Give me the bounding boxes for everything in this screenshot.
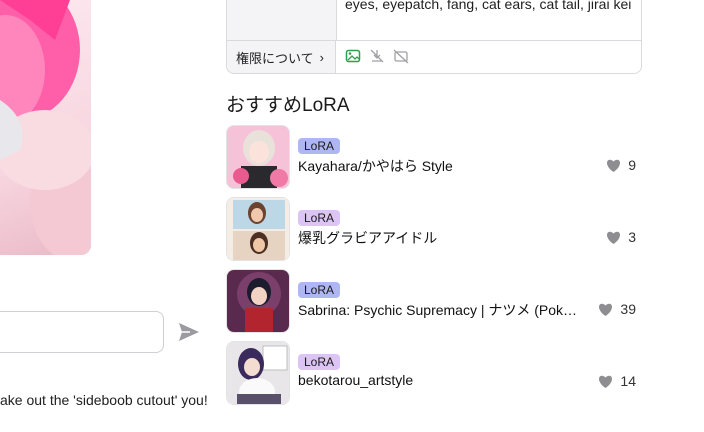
heart-icon: [607, 231, 621, 244]
like-count-value: 3: [628, 229, 636, 245]
anime-artwork-image: [0, 0, 91, 255]
chevron-right-icon: ›: [319, 49, 324, 65]
section-title: おすすめLoRA: [226, 95, 350, 116]
metadata-table: eyes, eyepatch, fang, cat ears, cat tail…: [226, 0, 642, 74]
lora-badge: LoRA: [298, 282, 341, 298]
permissions-row: 権限について ›: [227, 41, 641, 73]
permissions-label: 権限について: [236, 50, 314, 66]
like-count[interactable]: 3: [605, 229, 636, 245]
permissions-link[interactable]: 権限について ›: [227, 41, 336, 73]
permission-icons: [345, 48, 409, 64]
tags-value: eyes, eyepatch, fang, cat ears, cat tail…: [345, 0, 632, 12]
lora-name[interactable]: Sabrina: Psychic Supremacy | ナツメ (Pok…: [298, 300, 588, 320]
download-disabled-icon: [370, 49, 384, 63]
image-preview[interactable]: [0, 0, 91, 255]
tags-key-cell: [227, 0, 337, 40]
like-count-value: 9: [628, 157, 636, 173]
like-count[interactable]: 39: [597, 301, 636, 317]
lora-item[interactable]: LoRA Kayahara/かやはら Style 9: [226, 125, 640, 189]
heart-icon: [607, 159, 621, 172]
heart-icon: [599, 375, 613, 388]
lora-badge: LoRA: [298, 210, 341, 226]
lora-thumbnail[interactable]: [226, 197, 290, 261]
lora-thumbnail[interactable]: [226, 269, 290, 333]
lora-thumbnail[interactable]: [226, 341, 290, 405]
lora-badge: LoRA: [298, 354, 341, 370]
lora-name[interactable]: 爆乳グラビアアイドル: [298, 228, 588, 248]
like-count-value: 39: [620, 301, 636, 317]
lora-item[interactable]: LoRA 爆乳グラビアアイドル 3: [226, 197, 640, 261]
comment-text: ake out the 'sideboob cutout' you!: [0, 392, 208, 408]
lora-item[interactable]: LoRA Sabrina: Psychic Supremacy | ナツメ (P…: [226, 269, 640, 333]
tags-row: eyes, eyepatch, fang, cat ears, cat tail…: [227, 0, 641, 41]
lora-item[interactable]: LoRA bekotarou_artstyle 14: [226, 341, 640, 405]
lora-thumbnail[interactable]: [226, 125, 290, 189]
like-count-value: 14: [620, 373, 636, 389]
like-count[interactable]: 14: [597, 373, 636, 389]
comment-input[interactable]: [0, 311, 164, 353]
like-count[interactable]: 9: [605, 157, 636, 173]
send-icon[interactable]: [177, 320, 201, 344]
lora-name[interactable]: bekotarou_artstyle: [298, 372, 588, 388]
image-allowed-icon: [345, 49, 361, 63]
generation-disabled-icon: [393, 49, 409, 64]
lora-badge: LoRA: [298, 138, 341, 154]
lora-name[interactable]: Kayahara/かやはら Style: [298, 156, 588, 176]
heart-icon: [599, 303, 613, 316]
